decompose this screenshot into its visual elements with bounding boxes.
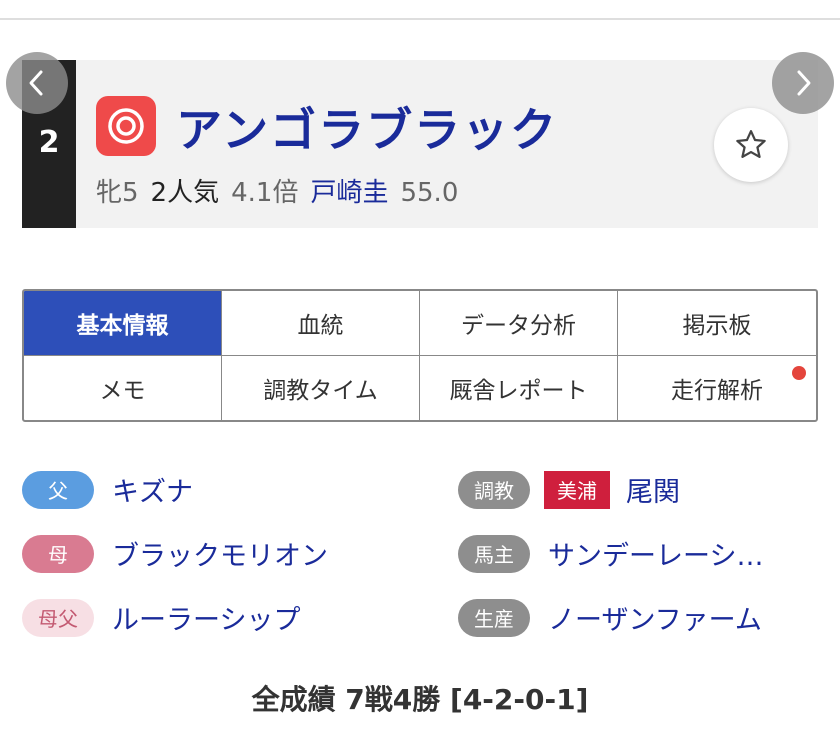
owner-link[interactable]: サンデーレーシ…	[548, 534, 763, 573]
father-link[interactable]: キズナ	[112, 470, 193, 509]
next-horse-button[interactable]	[772, 52, 834, 114]
tab-data-analysis[interactable]: データ分析	[420, 291, 618, 356]
top-divider	[0, 18, 840, 20]
tab-bulletin-board[interactable]: 掲示板	[618, 291, 816, 356]
tab-training-time[interactable]: 調教タイム	[222, 355, 420, 420]
double-circle-mark-icon	[96, 96, 156, 156]
tab-run-analysis-label: 走行解析	[671, 377, 763, 404]
trainer-badge: 調教	[458, 470, 530, 509]
training-center-badge: 美浦	[544, 470, 610, 509]
breeder-link[interactable]: ノーザンファーム	[548, 598, 762, 637]
jockey-link[interactable]: 戸崎圭	[310, 178, 388, 208]
owner-badge: 馬主	[458, 534, 530, 573]
weight: 55.0	[400, 178, 459, 208]
horse-info: 牝5 2人気 4.1倍 戸崎圭 55.0	[96, 172, 458, 209]
info-tabs: 基本情報 血統 データ分析 掲示板 メモ 調教タイム 厩舎レポート 走行解析	[22, 289, 818, 422]
star-icon	[736, 130, 766, 158]
horse-name[interactable]: アンゴラブラック	[176, 94, 558, 160]
owner-row: 馬主 サンデーレーシ…	[458, 534, 763, 573]
tab-memo[interactable]: メモ	[24, 355, 222, 420]
chevron-left-icon	[29, 70, 43, 96]
horse-card: 2 アンゴラブラック 牝5 2人気 4.1倍 戸崎圭 55.0	[22, 60, 818, 228]
tab-basic-info[interactable]: 基本情報	[24, 291, 222, 356]
mother-father-row: 母父 ルーラーシップ	[22, 598, 300, 637]
chevron-right-icon	[797, 70, 811, 96]
breeder-badge: 生産	[458, 598, 530, 637]
breeder-row: 生産 ノーザンファーム	[458, 598, 762, 637]
mother-badge: 母	[22, 534, 94, 573]
mother-father-badge: 母父	[22, 598, 94, 637]
career-record: 全成績 7戦4勝 [4-2-0-1]	[251, 683, 589, 716]
father-badge: 父	[22, 470, 94, 509]
mother-link[interactable]: ブラックモリオン	[112, 534, 328, 573]
tab-pedigree[interactable]: 血統	[222, 291, 420, 356]
father-row: 父 キズナ	[22, 470, 193, 509]
sex-age: 牝5	[96, 178, 139, 208]
mother-row: 母 ブラックモリオン	[22, 534, 328, 573]
tab-run-analysis[interactable]: 走行解析	[618, 356, 816, 421]
mother-father-link[interactable]: ルーラーシップ	[112, 598, 300, 637]
odds: 4.1倍	[231, 178, 299, 208]
popularity: 2人気	[150, 178, 220, 208]
trainer-row: 調教 美浦 尾関	[458, 470, 680, 509]
favorite-button[interactable]	[714, 108, 788, 182]
notification-dot	[792, 365, 806, 380]
tab-stable-report[interactable]: 厩舎レポート	[420, 355, 618, 420]
previous-horse-button[interactable]	[6, 52, 68, 114]
trainer-link[interactable]: 尾関	[626, 470, 680, 509]
